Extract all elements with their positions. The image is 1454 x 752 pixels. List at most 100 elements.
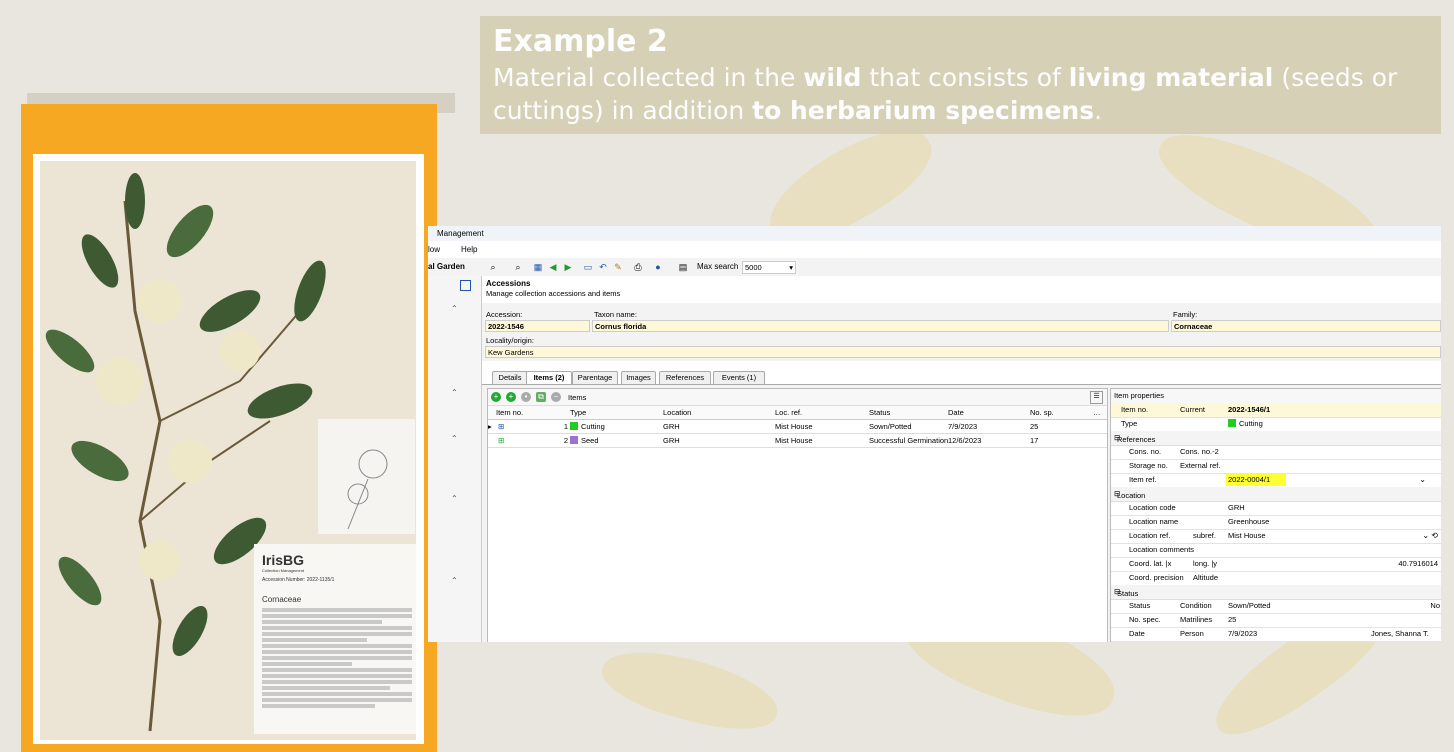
table-row[interactable]: ⊞ 2 Seed GRH Mist House Successful Germi… — [488, 434, 1107, 448]
tab-references[interactable]: References — [659, 371, 711, 384]
title-bar: Management — [428, 226, 1441, 241]
prop-item-ref-value[interactable]: 2022-0004/1 — [1228, 475, 1270, 484]
item-properties: Item properties Item no. Current 2022-1546… — [1110, 388, 1441, 642]
grid-toolbar: + + • ⧉ − Items ☰ — [488, 389, 1107, 406]
cell-item-no[interactable]: 2 — [516, 436, 568, 445]
tab-images[interactable]: Images — [621, 371, 656, 384]
prop-long: long. |y — [1193, 559, 1218, 568]
row-pointer-icon: ▸ — [488, 422, 492, 431]
forward-icon[interactable]: ▶ — [563, 262, 573, 272]
table-row[interactable]: ▸ ⊞ 1 Cutting GRH Mist House Sown/Potted… — [488, 420, 1107, 434]
prop-long-value[interactable]: 40.7916014 — [1398, 559, 1438, 568]
family-field[interactable]: Cornaceae — [1171, 320, 1441, 332]
prop-item-no-value[interactable]: 2022-1546/1 — [1228, 405, 1270, 414]
slide-title: Example 2 — [493, 24, 668, 59]
cell-date[interactable]: 7/9/2023 — [948, 422, 977, 431]
col-item-no[interactable]: Item no. — [496, 408, 523, 417]
back-icon[interactable]: ◀ — [548, 262, 558, 272]
cell-date[interactable]: 12/6/2023 — [948, 436, 981, 445]
cell-type[interactable]: Cutting — [570, 422, 605, 431]
table-icon[interactable]: ▦ — [533, 262, 543, 272]
prop-loc-ref-value[interactable]: Mist House — [1228, 531, 1266, 540]
undo-icon[interactable]: ↶ — [598, 262, 608, 272]
col-nsp[interactable]: No. sp. — [1030, 408, 1054, 417]
col-status[interactable]: Status — [869, 408, 890, 417]
prop-loc-name-value[interactable]: Greenhouse — [1228, 517, 1269, 526]
binoculars-icon[interactable]: ⌕ — [488, 262, 498, 272]
collapse-icon[interactable]: ⌃ — [451, 304, 458, 313]
prop-status-value[interactable]: Sown/Potted — [1228, 601, 1271, 610]
cell-location[interactable]: GRH — [663, 436, 680, 445]
prop-type-value[interactable]: Cutting — [1228, 419, 1263, 428]
note-icon[interactable]: ✎ — [613, 262, 623, 272]
tab-items[interactable]: Items (2) — [526, 371, 572, 384]
collapse-icon[interactable]: ⌃ — [451, 388, 458, 397]
tab-parentage[interactable]: Parentage — [572, 371, 618, 384]
collapse-icon[interactable]: ⌃ — [451, 494, 458, 503]
prop-condition-label: Condition — [1180, 601, 1212, 610]
prop-loc-code-value[interactable]: GRH — [1228, 503, 1245, 512]
export-icon[interactable]: ▤ — [678, 262, 688, 272]
prop-date-value[interactable]: 7/9/2023 — [1228, 629, 1257, 638]
collapse-icon[interactable]: ⌃ — [451, 576, 458, 585]
add-child-icon[interactable]: + — [506, 392, 516, 402]
col-location[interactable]: Location — [663, 408, 691, 417]
menu-help[interactable]: Help — [461, 245, 477, 254]
tab-details[interactable]: Details — [492, 371, 528, 384]
prop-person-label: Person — [1180, 629, 1204, 638]
cell-location[interactable]: GRH — [663, 422, 680, 431]
cell-type[interactable]: Seed — [570, 436, 599, 445]
columns-icon[interactable]: ☰ — [1090, 391, 1103, 404]
pane-icon[interactable] — [460, 280, 471, 291]
expand-icon[interactable]: ⊞ — [498, 436, 504, 445]
expand-icon[interactable]: ⊞ — [498, 422, 504, 431]
menu-bar: low Help — [428, 241, 1441, 258]
taxon-field[interactable]: Cornus florida — [592, 320, 1169, 332]
section-status[interactable]: ⊟ Status — [1114, 587, 1138, 598]
prop-current-label: Current — [1180, 405, 1206, 414]
cell-nsp[interactable]: 25 — [1030, 422, 1038, 431]
prop-item-ref-label: Item ref. — [1129, 475, 1157, 484]
prop-cons-no: Cons. no. — [1129, 447, 1162, 456]
section-location[interactable]: ⊟ Location — [1114, 489, 1145, 500]
globe-icon[interactable]: ● — [653, 262, 663, 272]
cell-locref[interactable]: Mist House — [775, 422, 813, 431]
prop-subref-label: subref. — [1193, 531, 1216, 540]
cell-locref[interactable]: Mist House — [775, 436, 813, 445]
cell-nsp[interactable]: 17 — [1030, 436, 1038, 445]
flower-sketch — [318, 419, 415, 534]
cell-status[interactable]: Sown/Potted — [869, 422, 912, 431]
find-icon[interactable]: ⌕ — [513, 262, 523, 272]
locality-field[interactable]: Kew Gardens — [485, 346, 1441, 358]
locality-label: Locality/origin: — [486, 336, 534, 345]
accession-field[interactable]: 2022-1546 — [485, 320, 590, 332]
cell-status[interactable]: Successful Germination — [869, 436, 948, 445]
prop-loc-comments: Location comments — [1129, 545, 1195, 554]
more-icon[interactable]: … — [1093, 408, 1101, 417]
toolbar: al Garden ⌕ ⌕ ▦ ◀ ▶ ▭ ↶ ✎ ⎙ ● ▤ Max sear… — [428, 258, 1441, 277]
col-locref[interactable]: Loc. ref. — [775, 408, 802, 417]
window-icon[interactable]: ▭ — [583, 262, 593, 272]
remove-icon[interactable]: − — [551, 392, 561, 402]
tab-events[interactable]: Events (1) — [713, 371, 765, 384]
cell-item-no[interactable]: 1 — [516, 422, 568, 431]
print-icon[interactable]: ⎙ — [633, 262, 643, 272]
menu-window[interactable]: low — [428, 245, 440, 254]
copy-icon[interactable]: ⧉ — [536, 392, 546, 402]
section-references[interactable]: ⊟ References — [1114, 433, 1155, 444]
prop-cons-no2: Cons. no.-2 — [1180, 447, 1219, 456]
prop-person-value[interactable]: Jones, Shanna T. — [1371, 629, 1429, 638]
add-icon[interactable]: + — [491, 392, 501, 402]
window-title: Management — [437, 229, 484, 238]
chevron-down-icon[interactable]: ⌄ — [1419, 475, 1426, 484]
refresh-icon[interactable]: ⌄ ⟲ — [1422, 531, 1438, 540]
col-date[interactable]: Date — [948, 408, 964, 417]
collapse-icon[interactable]: ⌃ — [451, 434, 458, 443]
col-type[interactable]: Type — [570, 408, 586, 417]
max-search-select[interactable]: 5000 ▾ — [742, 261, 796, 274]
prop-loc-name-label: Location name — [1129, 517, 1179, 526]
accession-fields: Accession: 2022-1546 Taxon name: Cornus … — [482, 303, 1441, 361]
edit-icon[interactable]: • — [521, 392, 531, 402]
prop-no-spec-value[interactable]: 25 — [1228, 615, 1236, 624]
family-label: Family: — [1173, 310, 1198, 319]
